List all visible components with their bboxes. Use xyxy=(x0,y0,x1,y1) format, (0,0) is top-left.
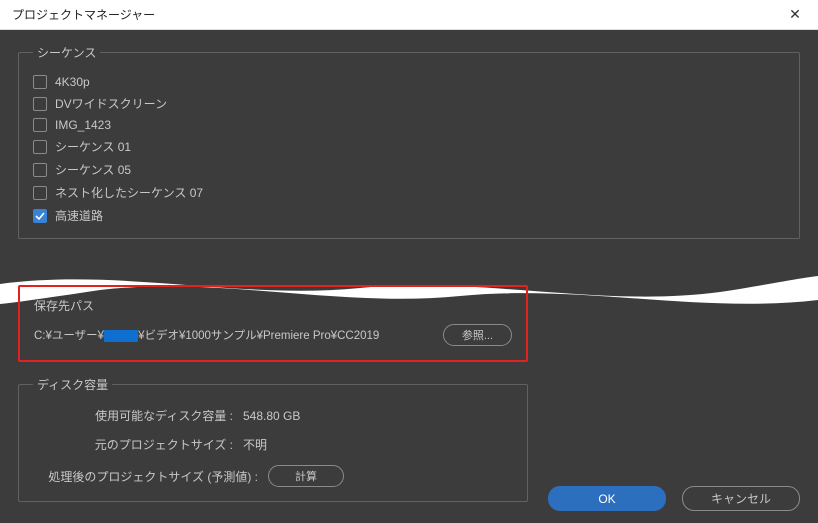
sequence-item[interactable]: 4K30p xyxy=(33,75,785,89)
disk-processed-row: 処理後のプロジェクトサイズ (予測値) : 計算 xyxy=(33,465,513,487)
disk-original-value: 不明 xyxy=(243,436,267,453)
client-area: シーケンス 4K30p DVワイドスクリーン IMG_1423 シーケンス 01 シーケ… xyxy=(0,30,818,523)
disk-available-row: 使用可能なディスク容量 : 548.80 GB xyxy=(33,407,513,424)
sequence-item[interactable]: ネスト化したシーケンス 07 xyxy=(33,184,785,201)
sequence-item[interactable]: IMG_1423 xyxy=(33,118,785,132)
project-manager-window: プロジェクトマネージャー ✕ シーケンス 4K30p DVワイドスクリーン IMG_… xyxy=(0,0,818,523)
destination-path: C:¥ユーザー¥ ¥ビデオ¥1000サンプル¥Premiere Pro¥CC201… xyxy=(34,327,431,343)
sequence-label: シーケンス 05 xyxy=(55,161,131,178)
sequence-label: DVワイドスクリーン xyxy=(55,95,167,112)
path-suffix: ¥ビデオ¥1000サンプル¥Premiere Pro¥CC2019 xyxy=(138,330,379,342)
sequence-item[interactable]: シーケンス 01 xyxy=(33,138,785,155)
sequence-label: 4K30p xyxy=(55,75,90,89)
sequence-checkbox[interactable] xyxy=(33,97,47,111)
disk-original-label: 元のプロジェクトサイズ : xyxy=(33,436,233,453)
destination-row: C:¥ユーザー¥ ¥ビデオ¥1000サンプル¥Premiere Pro¥CC201… xyxy=(34,324,512,346)
titlebar: プロジェクトマネージャー ✕ xyxy=(0,0,818,30)
redacted-segment xyxy=(104,330,138,342)
disk-panel: ディスク容量 使用可能なディスク容量 : 548.80 GB 元のプロジェクトサ… xyxy=(18,376,528,502)
sequence-checkbox[interactable] xyxy=(33,118,47,132)
sequences-panel: シーケンス 4K30p DVワイドスクリーン IMG_1423 シーケンス 01 シーケ… xyxy=(18,44,800,239)
sequence-checkbox[interactable] xyxy=(33,209,47,223)
disk-processed-label: 処理後のプロジェクトサイズ (予測値) : xyxy=(33,468,258,485)
ok-button[interactable]: OK xyxy=(548,486,666,511)
sequence-label: ネスト化したシーケンス 07 xyxy=(55,184,203,201)
sequence-label: IMG_1423 xyxy=(55,118,111,132)
disk-original-row: 元のプロジェクトサイズ : 不明 xyxy=(33,436,513,453)
destination-panel: 保存先パス C:¥ユーザー¥ ¥ビデオ¥1000サンプル¥Premiere Pro… xyxy=(18,285,528,362)
sequence-list: 4K30p DVワイドスクリーン IMG_1423 シーケンス 01 シーケンス 05 ネ… xyxy=(33,71,785,224)
disk-available-label: 使用可能なディスク容量 : xyxy=(33,407,233,424)
sequence-checkbox[interactable] xyxy=(33,140,47,154)
disk-available-value: 548.80 GB xyxy=(243,409,300,423)
sequence-label: 高速道路 xyxy=(55,207,103,224)
sequence-label: シーケンス 01 xyxy=(55,138,131,155)
sequence-item[interactable]: DVワイドスクリーン xyxy=(33,95,785,112)
calc-button[interactable]: 計算 xyxy=(268,465,344,487)
cancel-button[interactable]: キャンセル xyxy=(682,486,800,511)
dialog-footer: OK キャンセル xyxy=(548,486,800,511)
sequences-legend: シーケンス xyxy=(33,44,100,61)
window-title: プロジェクトマネージャー xyxy=(12,6,780,23)
sequence-checkbox[interactable] xyxy=(33,186,47,200)
path-prefix: C:¥ユーザー¥ xyxy=(34,330,104,342)
browse-button[interactable]: 参照... xyxy=(443,324,512,346)
sequence-checkbox[interactable] xyxy=(33,163,47,177)
destination-legend: 保存先パス xyxy=(34,297,512,314)
close-icon[interactable]: ✕ xyxy=(780,6,810,23)
sequence-item[interactable]: シーケンス 05 xyxy=(33,161,785,178)
sequence-checkbox[interactable] xyxy=(33,75,47,89)
disk-legend: ディスク容量 xyxy=(33,376,112,393)
sequence-item[interactable]: 高速道路 xyxy=(33,207,785,224)
